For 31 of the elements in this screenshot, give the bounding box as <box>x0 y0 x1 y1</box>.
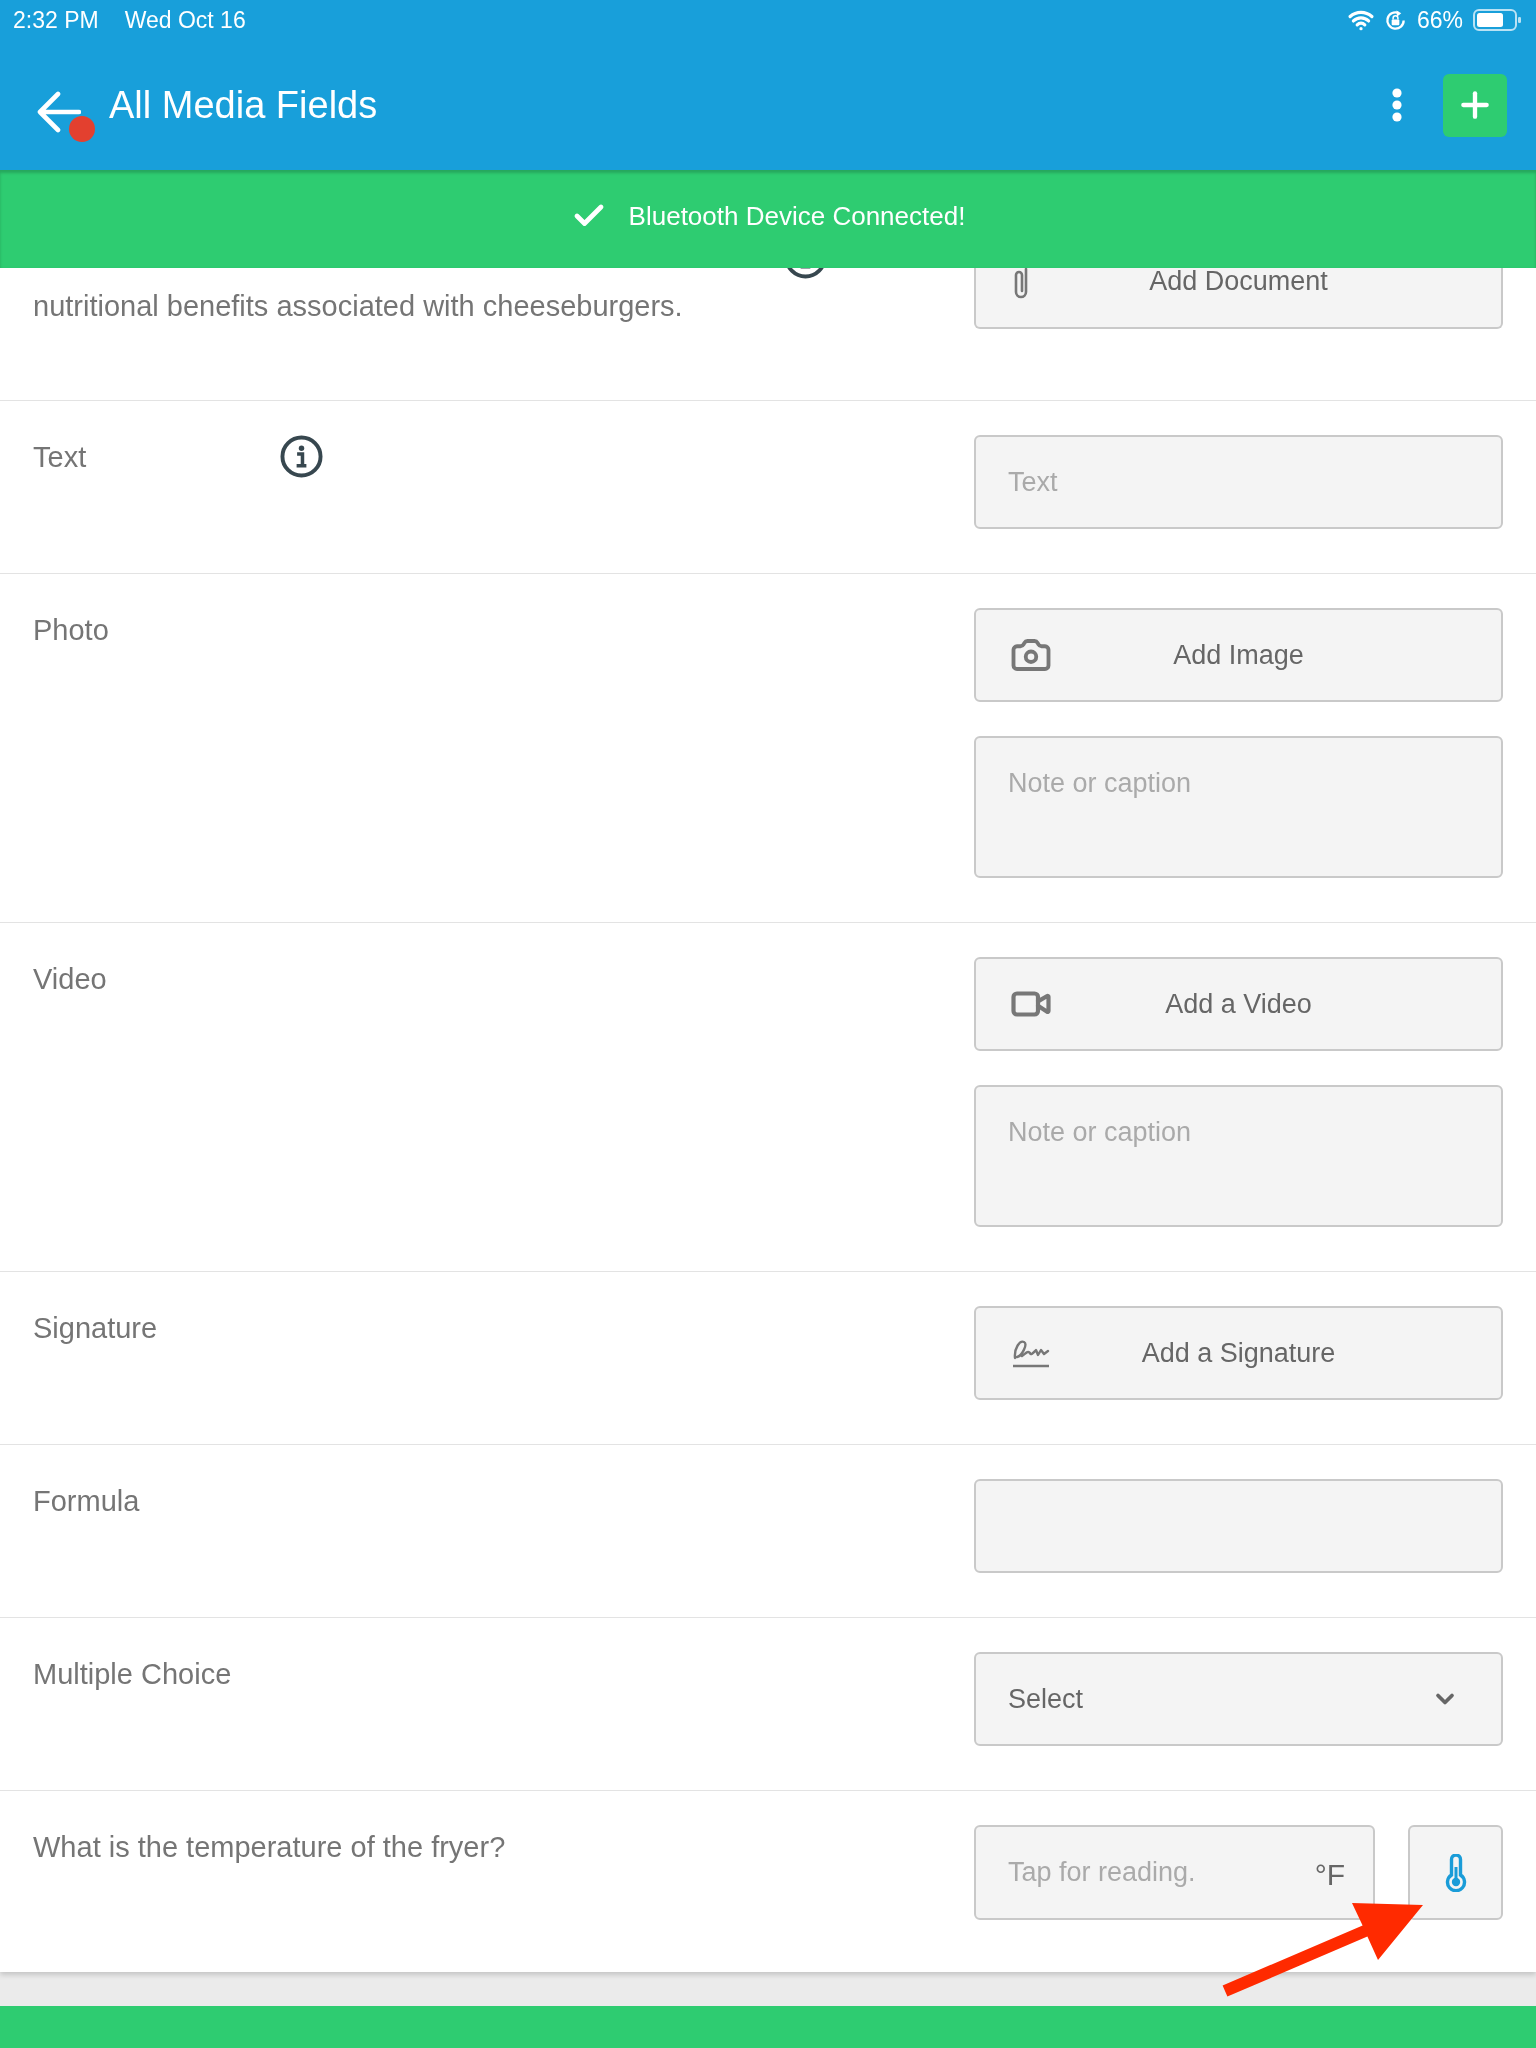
rotation-lock-icon <box>1383 8 1407 32</box>
back-arrow-icon <box>35 91 81 133</box>
banner-text: Bluetooth Device Connected! <box>628 200 966 232</box>
select-dropdown[interactable]: Select <box>974 1652 1503 1746</box>
info-icon[interactable] <box>280 435 323 478</box>
page-title: All Media Fields <box>109 83 378 127</box>
field-label: Text <box>33 441 87 473</box>
add-button[interactable] <box>1443 73 1507 137</box>
add-image-button[interactable]: Add Image <box>974 608 1503 702</box>
caption-field[interactable]: Note or caption <box>974 1085 1503 1227</box>
battery-percent: 66% <box>1416 6 1463 34</box>
field-label: Multiple Choice <box>33 1658 232 1690</box>
status-date: Wed Oct 16 <box>124 6 246 34</box>
status-time: 2:32 PM <box>13 6 99 34</box>
add-document-button[interactable]: Add Document <box>974 268 1503 329</box>
add-video-button[interactable]: Add a Video <box>974 957 1503 1051</box>
thermometer-button[interactable] <box>1408 1825 1503 1920</box>
unit-label: °F <box>1314 1859 1345 1891</box>
thermometer-icon <box>1443 1853 1468 1892</box>
add-signature-button[interactable]: Add a Signature <box>974 1306 1503 1400</box>
more-icon <box>1392 88 1402 122</box>
field-label: What is the temperature of the fryer? <box>33 1831 506 1863</box>
field-label: Video <box>33 963 107 995</box>
field-label: nutritional benefits associated with cheeseburgers. <box>33 289 683 324</box>
field-label: Signature <box>33 1312 158 1344</box>
field-label: Photo <box>33 614 109 646</box>
battery-icon <box>1473 8 1523 32</box>
formula-field[interactable] <box>974 1479 1503 1573</box>
caption-field[interactable]: Note or caption <box>974 736 1503 878</box>
field-label: Formula <box>33 1485 140 1517</box>
text-input-field[interactable]: Text <box>974 435 1503 529</box>
